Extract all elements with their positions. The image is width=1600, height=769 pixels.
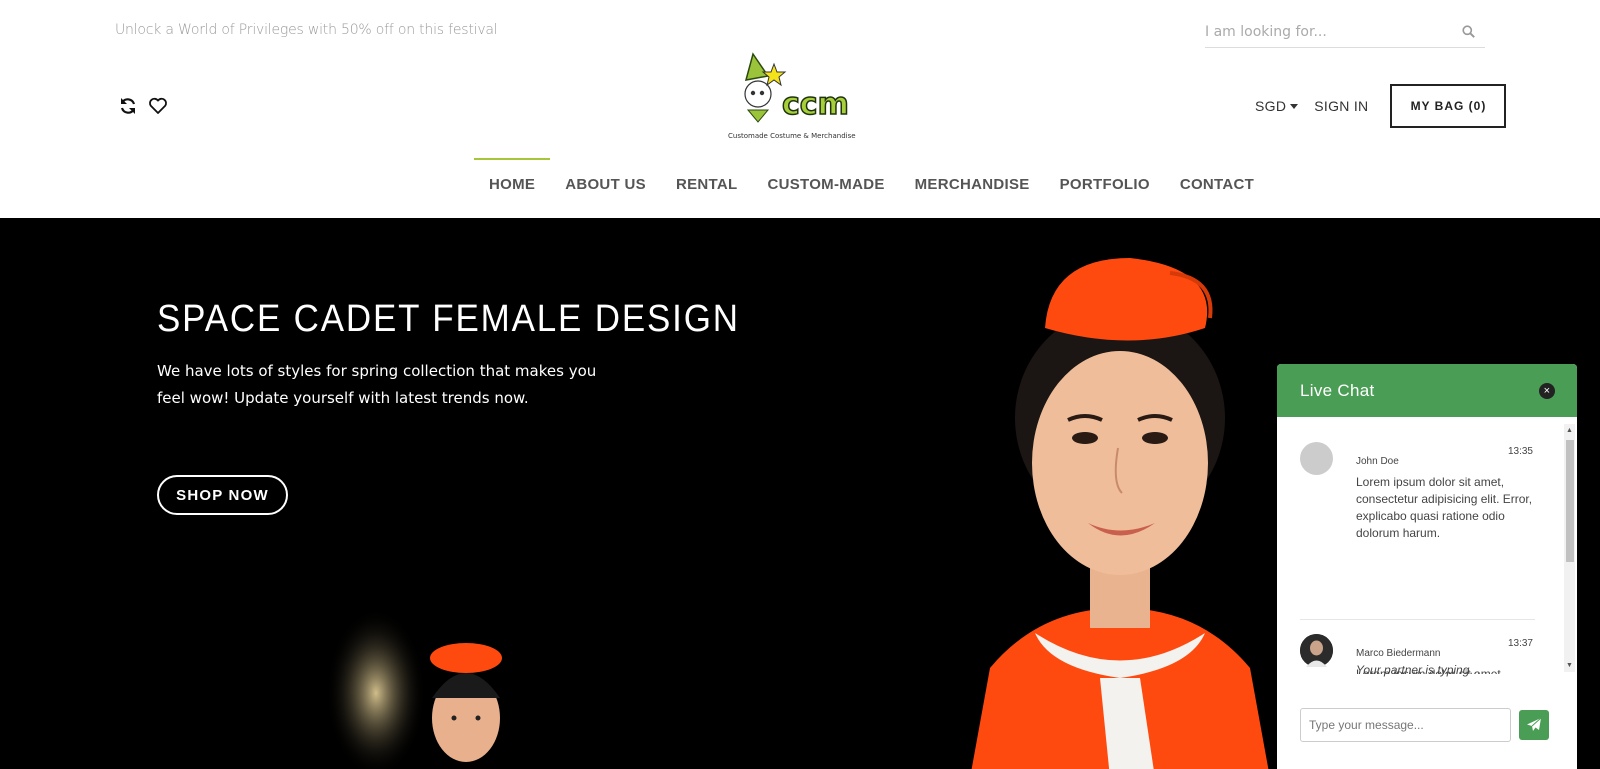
live-chat-widget: Live Chat × John Doe 13:35 Lorem ipsum d… xyxy=(1277,364,1577,769)
message-divider xyxy=(1300,619,1535,620)
header-utility-icons xyxy=(118,96,168,116)
chat-text: Lorem ipsum dolor sit amet, consectetur … xyxy=(1356,475,1533,540)
my-bag-button[interactable]: MY BAG (0) xyxy=(1390,84,1507,128)
scroll-down-arrow-icon[interactable]: ▼ xyxy=(1566,662,1573,669)
search-bar[interactable] xyxy=(1205,18,1485,48)
chat-timestamp: 13:35 xyxy=(1507,446,1533,457)
main-nav: HOME ABOUT US RENTAL CUSTOM-MADE MERCHAN… xyxy=(474,158,1269,198)
chat-send-button[interactable] xyxy=(1519,710,1549,740)
hero-subtitle: We have lots of styles for spring collec… xyxy=(157,362,597,407)
promo-text: Unlock a World of Privileges with 50% of… xyxy=(115,22,498,38)
user-portrait-icon xyxy=(1300,634,1333,667)
nav-item-about-us[interactable]: ABOUT US xyxy=(550,158,661,198)
nav-item-merchandise[interactable]: MERCHANDISE xyxy=(900,158,1045,198)
shop-now-button[interactable]: SHOP NOW xyxy=(157,475,288,515)
search-input[interactable] xyxy=(1205,18,1445,46)
close-icon[interactable]: × xyxy=(1539,382,1555,399)
search-icon[interactable] xyxy=(1462,25,1475,38)
sign-in-link[interactable]: SIGN IN xyxy=(1314,98,1368,114)
chat-timestamp: 13:37 xyxy=(1507,638,1533,649)
chat-history: John Doe 13:35 Lorem ipsum dolor sit ame… xyxy=(1277,417,1577,674)
typing-indicator: Your partner is typing… xyxy=(1356,663,1482,677)
avatar xyxy=(1300,634,1333,667)
site-header: Unlock a World of Privileges with 50% of… xyxy=(0,0,1600,218)
chat-message-input[interactable] xyxy=(1300,708,1511,742)
compare-refresh-icon[interactable] xyxy=(118,96,138,116)
caret-down-icon xyxy=(1290,103,1299,109)
avatar xyxy=(1300,442,1333,475)
currency-label: SGD xyxy=(1255,98,1287,114)
live-chat-header[interactable]: Live Chat × xyxy=(1277,364,1577,417)
nav-item-portfolio[interactable]: PORTFOLIO xyxy=(1045,158,1165,198)
site-logo[interactable]: ccm Customade Costume & Merchandise xyxy=(728,52,868,144)
nav-item-home[interactable]: HOME xyxy=(474,158,551,198)
hero-main-model-image xyxy=(971,258,1269,769)
hero-secondary-model-image xyxy=(326,608,502,769)
wishlist-heart-icon[interactable] xyxy=(148,96,168,116)
send-paper-plane-icon xyxy=(1527,717,1542,731)
nav-item-custom-made[interactable]: CUSTOM-MADE xyxy=(752,158,899,198)
currency-selector[interactable]: SGD xyxy=(1255,98,1299,114)
chat-sender-name: John Doe xyxy=(1356,456,1399,467)
chat-sender-name: Marco Biedermann xyxy=(1356,648,1441,659)
logo-tagline: Customade Costume & Merchandise xyxy=(728,132,856,140)
nav-item-rental[interactable]: RENTAL xyxy=(661,158,753,198)
hero-title: SPACE CADET FEMALE DESIGN xyxy=(157,298,740,340)
live-chat-title: Live Chat xyxy=(1300,380,1375,400)
account-area: SGD SIGN IN MY BAG (0) xyxy=(1255,84,1507,128)
nav-item-contact[interactable]: CONTACT xyxy=(1165,158,1269,198)
scroll-up-arrow-icon[interactable]: ▲ xyxy=(1566,427,1573,434)
scrollbar-thumb[interactable] xyxy=(1566,440,1574,562)
logo-wordmark: ccm xyxy=(782,87,849,122)
chat-scrollbar[interactable]: ▲ ▼ xyxy=(1564,424,1575,672)
